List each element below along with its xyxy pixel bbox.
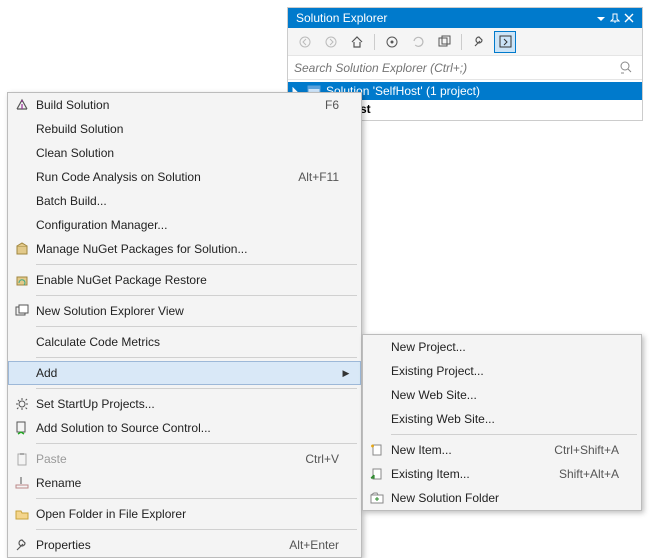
preview-icon[interactable] xyxy=(494,31,516,53)
menu-item-label: Add xyxy=(36,366,329,380)
toolbar-sep xyxy=(461,34,462,50)
menu-item-new-web-site[interactable]: New Web Site... xyxy=(363,383,641,407)
menu-item-new-item[interactable]: New Item...Ctrl+Shift+A xyxy=(363,438,641,462)
menu-item-existing-item[interactable]: Existing Item...Shift+Alt+A xyxy=(363,462,641,486)
menu-item-build-solution[interactable]: Build SolutionF6 xyxy=(8,93,361,117)
search-row xyxy=(288,56,642,80)
context-menu: Build SolutionF6 Rebuild Solution Clean So… xyxy=(7,92,362,558)
menu-item-properties[interactable]: PropertiesAlt+Enter xyxy=(8,533,361,557)
menu-item-label: New Web Site... xyxy=(391,388,609,402)
menu-item-label: Rebuild Solution xyxy=(36,122,329,136)
menu-item-existing-web-site[interactable]: Existing Web Site... xyxy=(363,407,641,431)
menu-item-open-in-file-explorer[interactable]: Open Folder in File Explorer xyxy=(8,502,361,526)
menu-item-shortcut: Alt+F11 xyxy=(288,170,339,184)
menu-separator xyxy=(36,295,357,296)
menu-item-label: New Solution Explorer View xyxy=(36,304,329,318)
solution-folder-icon xyxy=(363,491,391,505)
menu-item-label: Set StartUp Projects... xyxy=(36,397,329,411)
existing-item-icon xyxy=(363,467,391,481)
menu-item-label: Run Code Analysis on Solution xyxy=(36,170,288,184)
build-icon xyxy=(8,98,36,112)
properties-icon[interactable] xyxy=(468,31,490,53)
menu-item-enable-nuget-restore[interactable]: Enable NuGet Package Restore xyxy=(8,268,361,292)
menu-item-rename[interactable]: Rename xyxy=(8,471,361,495)
home-icon[interactable] xyxy=(346,31,368,53)
close-icon[interactable] xyxy=(624,13,638,23)
gear-icon xyxy=(8,397,36,411)
menu-separator xyxy=(391,434,637,435)
menu-item-label: Manage NuGet Packages for Solution... xyxy=(36,242,329,256)
refresh-icon[interactable] xyxy=(407,31,429,53)
menu-item-batch-build[interactable]: Batch Build... xyxy=(8,189,361,213)
submenu-arrow-icon: ▶ xyxy=(339,368,353,379)
menu-item-label: New Solution Folder xyxy=(391,491,609,505)
pin-icon[interactable] xyxy=(610,13,624,23)
menu-separator xyxy=(36,357,357,358)
menu-item-label: New Project... xyxy=(391,340,609,354)
menu-item-label: Open Folder in File Explorer xyxy=(36,507,329,521)
menu-separator xyxy=(36,326,357,327)
menu-item-label: Clean Solution xyxy=(36,146,329,160)
menu-item-run-code-analysis[interactable]: Run Code Analysis on SolutionAlt+F11 xyxy=(8,165,361,189)
search-input[interactable] xyxy=(294,61,620,75)
menu-item-add[interactable]: Add ▶ xyxy=(8,361,361,385)
menu-item-label: Configuration Manager... xyxy=(36,218,329,232)
menu-item-shortcut: Ctrl+V xyxy=(295,452,339,466)
panel-toolbar xyxy=(288,28,642,56)
menu-item-label: Add Solution to Source Control... xyxy=(36,421,329,435)
menu-item-shortcut: Ctrl+Shift+A xyxy=(544,443,619,457)
collapse-all-icon[interactable] xyxy=(433,31,455,53)
folder-open-icon xyxy=(8,507,36,521)
menu-item-calculate-code-metrics[interactable]: Calculate Code Metrics xyxy=(8,330,361,354)
context-submenu-add: New Project... Existing Project... New Web… xyxy=(362,334,642,511)
rename-icon xyxy=(8,476,36,490)
menu-item-new-solution-explorer-view[interactable]: New Solution Explorer View xyxy=(8,299,361,323)
nuget-icon xyxy=(8,242,36,256)
menu-separator xyxy=(36,498,357,499)
menu-item-new-solution-folder[interactable]: New Solution Folder xyxy=(363,486,641,510)
paste-icon xyxy=(8,452,36,466)
menu-item-rebuild-solution[interactable]: Rebuild Solution xyxy=(8,117,361,141)
menu-item-label: New Item... xyxy=(391,443,544,457)
toolbar-sep xyxy=(374,34,375,50)
menu-item-manage-nuget[interactable]: Manage NuGet Packages for Solution... xyxy=(8,237,361,261)
wrench-icon xyxy=(8,538,36,552)
nuget-restore-icon xyxy=(8,273,36,287)
menu-item-existing-project[interactable]: Existing Project... xyxy=(363,359,641,383)
menu-item-set-startup-projects[interactable]: Set StartUp Projects... xyxy=(8,392,361,416)
menu-item-label: Existing Web Site... xyxy=(391,412,609,426)
menu-item-label: Enable NuGet Package Restore xyxy=(36,273,329,287)
menu-item-label: Calculate Code Metrics xyxy=(36,335,329,349)
menu-item-clean-solution[interactable]: Clean Solution xyxy=(8,141,361,165)
menu-item-label: Existing Project... xyxy=(391,364,609,378)
scope-icon[interactable] xyxy=(381,31,403,53)
menu-separator xyxy=(36,443,357,444)
menu-item-configuration-manager[interactable]: Configuration Manager... xyxy=(8,213,361,237)
new-item-icon xyxy=(363,443,391,457)
menu-separator xyxy=(36,388,357,389)
panel-menu-icon[interactable] xyxy=(596,13,610,23)
menu-item-shortcut: Alt+Enter xyxy=(279,538,339,552)
panel-title-bar: Solution Explorer xyxy=(288,8,642,28)
source-control-icon xyxy=(8,421,36,435)
nav-back-icon[interactable] xyxy=(294,31,316,53)
menu-item-label: Existing Item... xyxy=(391,467,549,481)
menu-item-label: Properties xyxy=(36,538,279,552)
menu-item-shortcut: F6 xyxy=(315,98,339,112)
menu-item-shortcut: Shift+Alt+A xyxy=(549,467,619,481)
menu-item-label: Paste xyxy=(36,452,295,466)
menu-item-paste[interactable]: PasteCtrl+V xyxy=(8,447,361,471)
menu-item-label: Rename xyxy=(36,476,329,490)
menu-item-label: Build Solution xyxy=(36,98,315,112)
menu-separator xyxy=(36,529,357,530)
menu-item-new-project[interactable]: New Project... xyxy=(363,335,641,359)
nav-forward-icon[interactable] xyxy=(320,31,342,53)
panel-title: Solution Explorer xyxy=(296,11,387,25)
search-dropdown-icon[interactable] xyxy=(620,61,636,75)
menu-item-add-to-source-control[interactable]: Add Solution to Source Control... xyxy=(8,416,361,440)
menu-item-label: Batch Build... xyxy=(36,194,329,208)
menu-separator xyxy=(36,264,357,265)
window-icon xyxy=(8,304,36,318)
